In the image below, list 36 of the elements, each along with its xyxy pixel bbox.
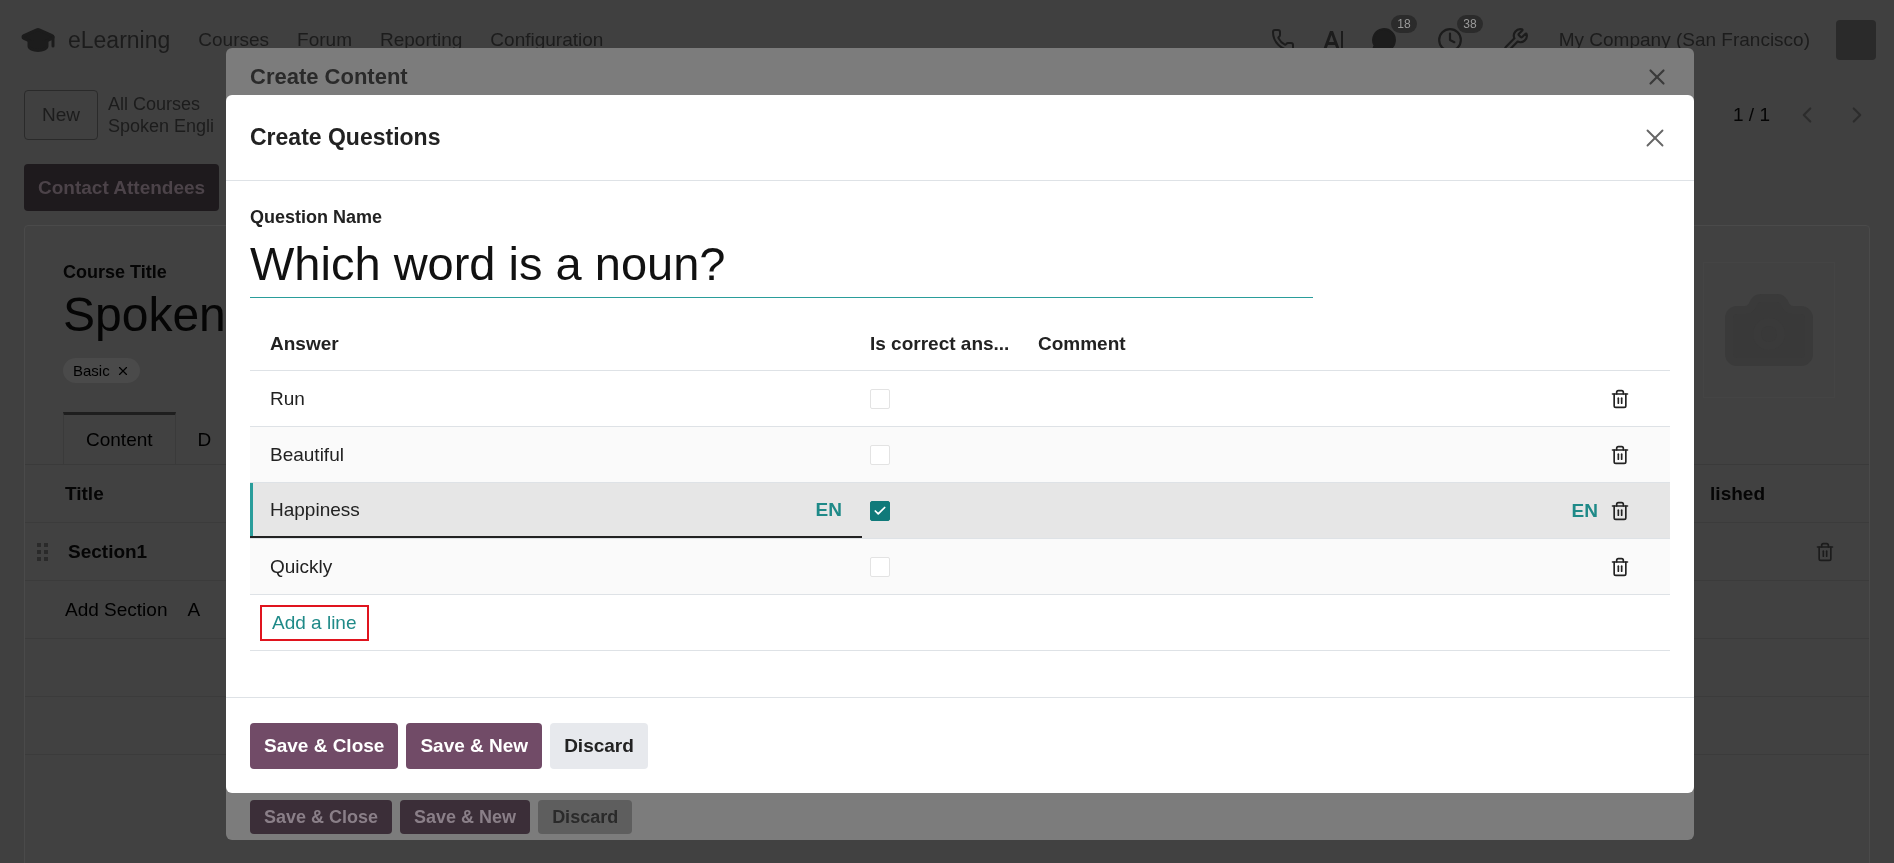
trash-icon[interactable] [1610, 556, 1630, 577]
activities-badge: 38 [1457, 15, 1483, 33]
dialog-title: Create Content [250, 64, 408, 90]
answer-cell[interactable]: Happiness [270, 498, 360, 521]
course-title: Spoken [63, 287, 226, 342]
column-header: Title [65, 482, 104, 505]
column-header[interactable]: Answer [250, 333, 862, 355]
column-header[interactable]: Is correct ans... [862, 333, 1030, 355]
answer-cell[interactable]: Run [270, 387, 305, 410]
field-label: Question Name [250, 207, 384, 228]
column-header[interactable]: Comment [1030, 333, 1610, 355]
table-cell: Section1 [68, 540, 148, 563]
tag[interactable]: Basic [63, 358, 140, 383]
save-button[interactable]: Save & New [406, 722, 543, 769]
course-title-label: Course Title [63, 262, 168, 283]
language-button[interactable]: EN [1571, 499, 1598, 522]
dialog-button[interactable]: Save & Close [250, 800, 393, 834]
add-link[interactable]: A [187, 598, 201, 621]
trash-icon[interactable] [1610, 500, 1630, 521]
discard-button[interactable]: Discard [550, 722, 648, 769]
answer-cell[interactable]: Beautiful [270, 443, 344, 466]
tab[interactable]: Content [63, 412, 176, 464]
add-link[interactable]: Add Section [65, 598, 168, 621]
messages-badge: 18 [1391, 15, 1417, 33]
dialog-title: Create Questions [250, 124, 441, 151]
dialog-button[interactable]: Save & New [400, 800, 531, 834]
question-name-field[interactable]: Which word is a noun? [250, 232, 1313, 298]
trash-icon[interactable] [1610, 388, 1630, 409]
pager-value[interactable]: 1 / 1 [1733, 104, 1770, 126]
add-line-link[interactable]: Add a line [260, 604, 369, 641]
column-header: lished [1710, 482, 1765, 505]
trash-icon[interactable] [1610, 444, 1630, 465]
answer-cell[interactable]: Quickly [270, 555, 333, 578]
language-button[interactable]: EN [815, 498, 842, 521]
checkbox[interactable] [870, 500, 890, 521]
save-button[interactable]: Save & Close [250, 722, 399, 769]
